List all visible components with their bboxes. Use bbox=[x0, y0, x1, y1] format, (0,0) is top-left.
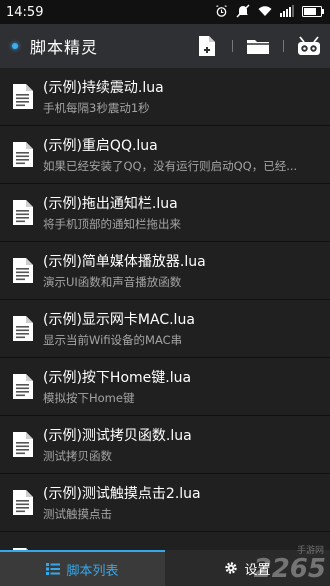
document-icon bbox=[13, 258, 33, 283]
add-file-icon bbox=[199, 36, 215, 56]
robot-icon bbox=[298, 36, 320, 55]
wifi-icon bbox=[258, 4, 272, 18]
script-title: (示例)显示网卡MAC.lua bbox=[43, 311, 195, 328]
robot-button[interactable] bbox=[296, 33, 322, 59]
script-item-text: (示例)重启QQ.lua 如果已经安装了QQ，没有运行则启动QQ，已经... bbox=[43, 137, 330, 173]
script-description: 手机每隔3秒震动1秒 bbox=[43, 100, 150, 115]
toolbar-divider bbox=[283, 40, 284, 52]
status-time: 14:59 bbox=[6, 4, 44, 20]
script-title: (示例)重启QQ.lua bbox=[43, 137, 158, 154]
script-item-text: (示例)拖出通知栏.lua 将手机顶部的通知栏拖出来 bbox=[43, 195, 330, 231]
script-title: (示例)测试触摸点击2.lua bbox=[43, 485, 201, 502]
watermark-logo: 2265 bbox=[253, 554, 326, 584]
mute-icon bbox=[236, 4, 250, 18]
script-item[interactable]: (示例)简单媒体播放器.lua 演示UI函数和声音播放函数 bbox=[0, 242, 330, 300]
battery-icon bbox=[302, 4, 324, 18]
script-description: 模拟按下Home键 bbox=[43, 390, 135, 405]
document-icon bbox=[13, 490, 33, 515]
script-title: (示例)测试拷贝函数.lua bbox=[43, 427, 192, 444]
script-item[interactable]: (示例)测试触摸点击2.lua 测试触摸点击 bbox=[0, 474, 330, 532]
script-item[interactable]: (示例)拖出通知栏.lua 将手机顶部的通知栏拖出来 bbox=[0, 184, 330, 242]
script-item-text: (示例)测试触摸点击2.lua 测试触摸点击 bbox=[43, 485, 330, 521]
document-icon bbox=[13, 316, 33, 341]
script-description: 显示当前Wifi设备的MAC串 bbox=[43, 332, 183, 347]
gear-icon bbox=[224, 561, 238, 575]
script-item-text: (示例)显示网卡MAC.lua 显示当前Wifi设备的MAC串 bbox=[43, 311, 330, 347]
script-description: 将手机顶部的通知栏拖出来 bbox=[43, 216, 181, 231]
script-description: 如果已经安装了QQ，没有运行则启动QQ，已经... bbox=[43, 158, 298, 173]
status-icons bbox=[214, 4, 324, 18]
script-title: (示例)按下Home键.lua bbox=[43, 369, 192, 386]
script-description: 测试拷贝函数 bbox=[43, 448, 112, 463]
script-title: (示例)持续震动.lua bbox=[43, 79, 164, 96]
script-item-text: (示例)按下Home键.lua 模拟按下Home键 bbox=[43, 369, 330, 405]
tab-script-list-label: 脚本列表 bbox=[66, 563, 119, 579]
status-bar: 14:59 bbox=[0, 0, 330, 24]
script-item[interactable]: (示例)显示网卡MAC.lua 显示当前Wifi设备的MAC串 bbox=[0, 300, 330, 358]
toolbar bbox=[194, 24, 322, 68]
document-icon bbox=[13, 432, 33, 457]
script-title: (示例)简单媒体播放器.lua bbox=[43, 253, 206, 270]
document-icon bbox=[13, 374, 33, 399]
toolbar-divider bbox=[232, 40, 233, 52]
list-icon bbox=[46, 563, 61, 575]
script-item[interactable]: (示例)测试拷贝函数.lua 测试拷贝函数 bbox=[0, 416, 330, 474]
script-item[interactable]: (示例)重启QQ.lua 如果已经安装了QQ，没有运行则启动QQ，已经... bbox=[0, 126, 330, 184]
document-icon bbox=[13, 200, 33, 225]
app-title: 脚本精灵 bbox=[30, 38, 99, 57]
app-indicator-dot bbox=[12, 43, 18, 49]
script-title: (示例)拖出通知栏.lua bbox=[43, 195, 178, 212]
script-item-text: (示例)持续震动.lua 手机每隔3秒震动1秒 bbox=[43, 79, 330, 115]
open-folder-button[interactable] bbox=[245, 33, 271, 59]
document-icon bbox=[13, 142, 33, 167]
bottom-tab-bar: 脚本列表 设置 手游网 2265 bbox=[0, 546, 330, 586]
signal-icon bbox=[280, 4, 294, 18]
tab-script-list[interactable]: 脚本列表 bbox=[0, 550, 165, 586]
script-item-text: (示例)测试拷贝函数.lua 测试拷贝函数 bbox=[43, 427, 330, 463]
script-item[interactable]: (示例)测试触摸点击.lua bbox=[0, 532, 330, 550]
folder-icon bbox=[247, 40, 269, 54]
script-item[interactable]: (示例)持续震动.lua 手机每隔3秒震动1秒 bbox=[0, 68, 330, 126]
alarm-icon bbox=[214, 4, 228, 18]
app-bar: 脚本精灵 bbox=[0, 24, 330, 68]
script-item-text: (示例)简单媒体播放器.lua 演示UI函数和声音播放函数 bbox=[43, 253, 330, 289]
add-file-button[interactable] bbox=[194, 33, 220, 59]
script-item[interactable]: (示例)按下Home键.lua 模拟按下Home键 bbox=[0, 358, 330, 416]
document-icon bbox=[13, 84, 33, 109]
script-description: 测试触摸点击 bbox=[43, 506, 112, 521]
script-list[interactable]: (示例)持续震动.lua 手机每隔3秒震动1秒 (示例)重启QQ.lua 如果已经安装… bbox=[0, 68, 330, 550]
script-description: 演示UI函数和声音播放函数 bbox=[43, 274, 182, 289]
